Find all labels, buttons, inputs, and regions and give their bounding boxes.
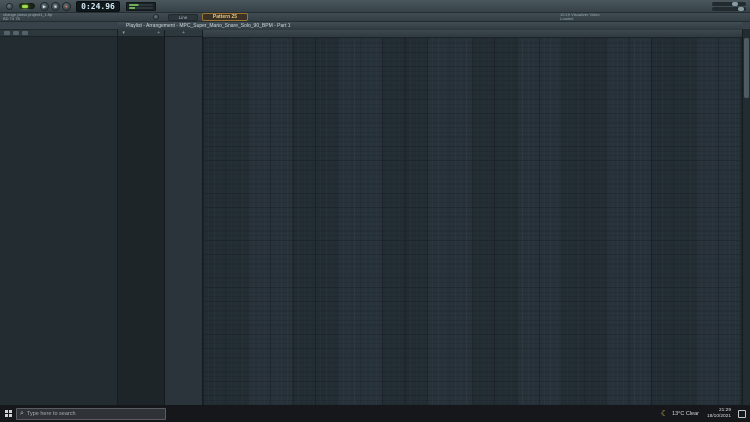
toolbar-row3: Playlist - Arrangement - MPC_Super_Mario…	[0, 22, 750, 30]
system-tray: ☾ 13°C Clear 21:29 18/10/2021	[661, 408, 750, 419]
notification-center-icon[interactable]	[738, 410, 746, 418]
playlist-grid[interactable]	[203, 30, 742, 405]
taskbar-clock[interactable]: 21:29 18/10/2021	[707, 408, 731, 419]
windows-logo-icon	[5, 410, 12, 417]
clip-picker: ▾ +	[118, 30, 165, 405]
master-volume-slider[interactable]	[712, 7, 746, 11]
pattern-song-switch[interactable]	[19, 3, 35, 9]
master-pitch-slider[interactable]	[712, 2, 746, 6]
cpu-panel	[126, 2, 156, 11]
clip-lanes[interactable]	[203, 38, 742, 405]
secondary-toolbar: change piano project1_1.flp BD 74 78 Lin…	[0, 13, 750, 22]
transport-controls: ▶ ■ ●	[40, 2, 71, 11]
weather-icon[interactable]: ☾	[661, 409, 668, 418]
browser-header[interactable]	[0, 30, 117, 37]
picker-collapse-icon[interactable]: ▾	[122, 30, 125, 36]
playlist-title: Playlist - Arrangement - MPC_Super_Mario…	[126, 23, 291, 29]
track-header-top[interactable]: +	[165, 30, 202, 37]
fl-studio-desktop: ▶ ■ ● 0:24.96 change piano project1_1.fl…	[0, 0, 750, 422]
record-button[interactable]: ●	[62, 2, 71, 11]
search-placeholder: Type here to search	[27, 411, 76, 417]
play-button[interactable]: ▶	[40, 2, 49, 11]
time-display[interactable]: 0:24.96	[76, 1, 120, 12]
track-header-column: +	[165, 30, 203, 405]
snap-selector[interactable]: Line	[168, 14, 198, 21]
info-panel: 10:19 Visualizer Video Loaded	[560, 13, 630, 21]
hint-panel: change piano project1_1.flp BD 74 78	[0, 13, 150, 21]
start-button[interactable]	[0, 405, 16, 422]
stop-button[interactable]: ■	[51, 2, 60, 11]
playlist-vertical-scrollbar[interactable]	[742, 30, 750, 405]
scrollbar-thumb[interactable]	[744, 38, 749, 98]
main-volume-knob[interactable]	[6, 3, 13, 10]
taskbar-search[interactable]: ⌕ Type here to search	[16, 408, 166, 420]
search-icon: ⌕	[17, 410, 27, 418]
main-toolbar: ▶ ■ ● 0:24.96	[0, 0, 750, 13]
hint-position: BD 74 78	[3, 17, 150, 21]
browser-panel	[0, 30, 118, 405]
windows-taskbar: ⌕ Type here to search ☾ 13°C Clear 21:29…	[0, 405, 750, 422]
picker-add-icon[interactable]: +	[157, 30, 160, 36]
master-sliders	[712, 2, 746, 11]
playlist-titlebar[interactable]: Playlist - Arrangement - MPC_Super_Mario…	[118, 22, 742, 30]
tempo-knob[interactable]	[153, 14, 159, 20]
picker-header[interactable]: ▾ +	[118, 30, 164, 37]
pattern-selector[interactable]: Pattern 25	[202, 13, 248, 21]
weather-text[interactable]: 13°C Clear	[672, 411, 699, 417]
timeline-ruler[interactable]	[203, 30, 742, 38]
clock-date: 18/10/2021	[707, 414, 731, 419]
info-line2: Loaded	[560, 17, 630, 21]
